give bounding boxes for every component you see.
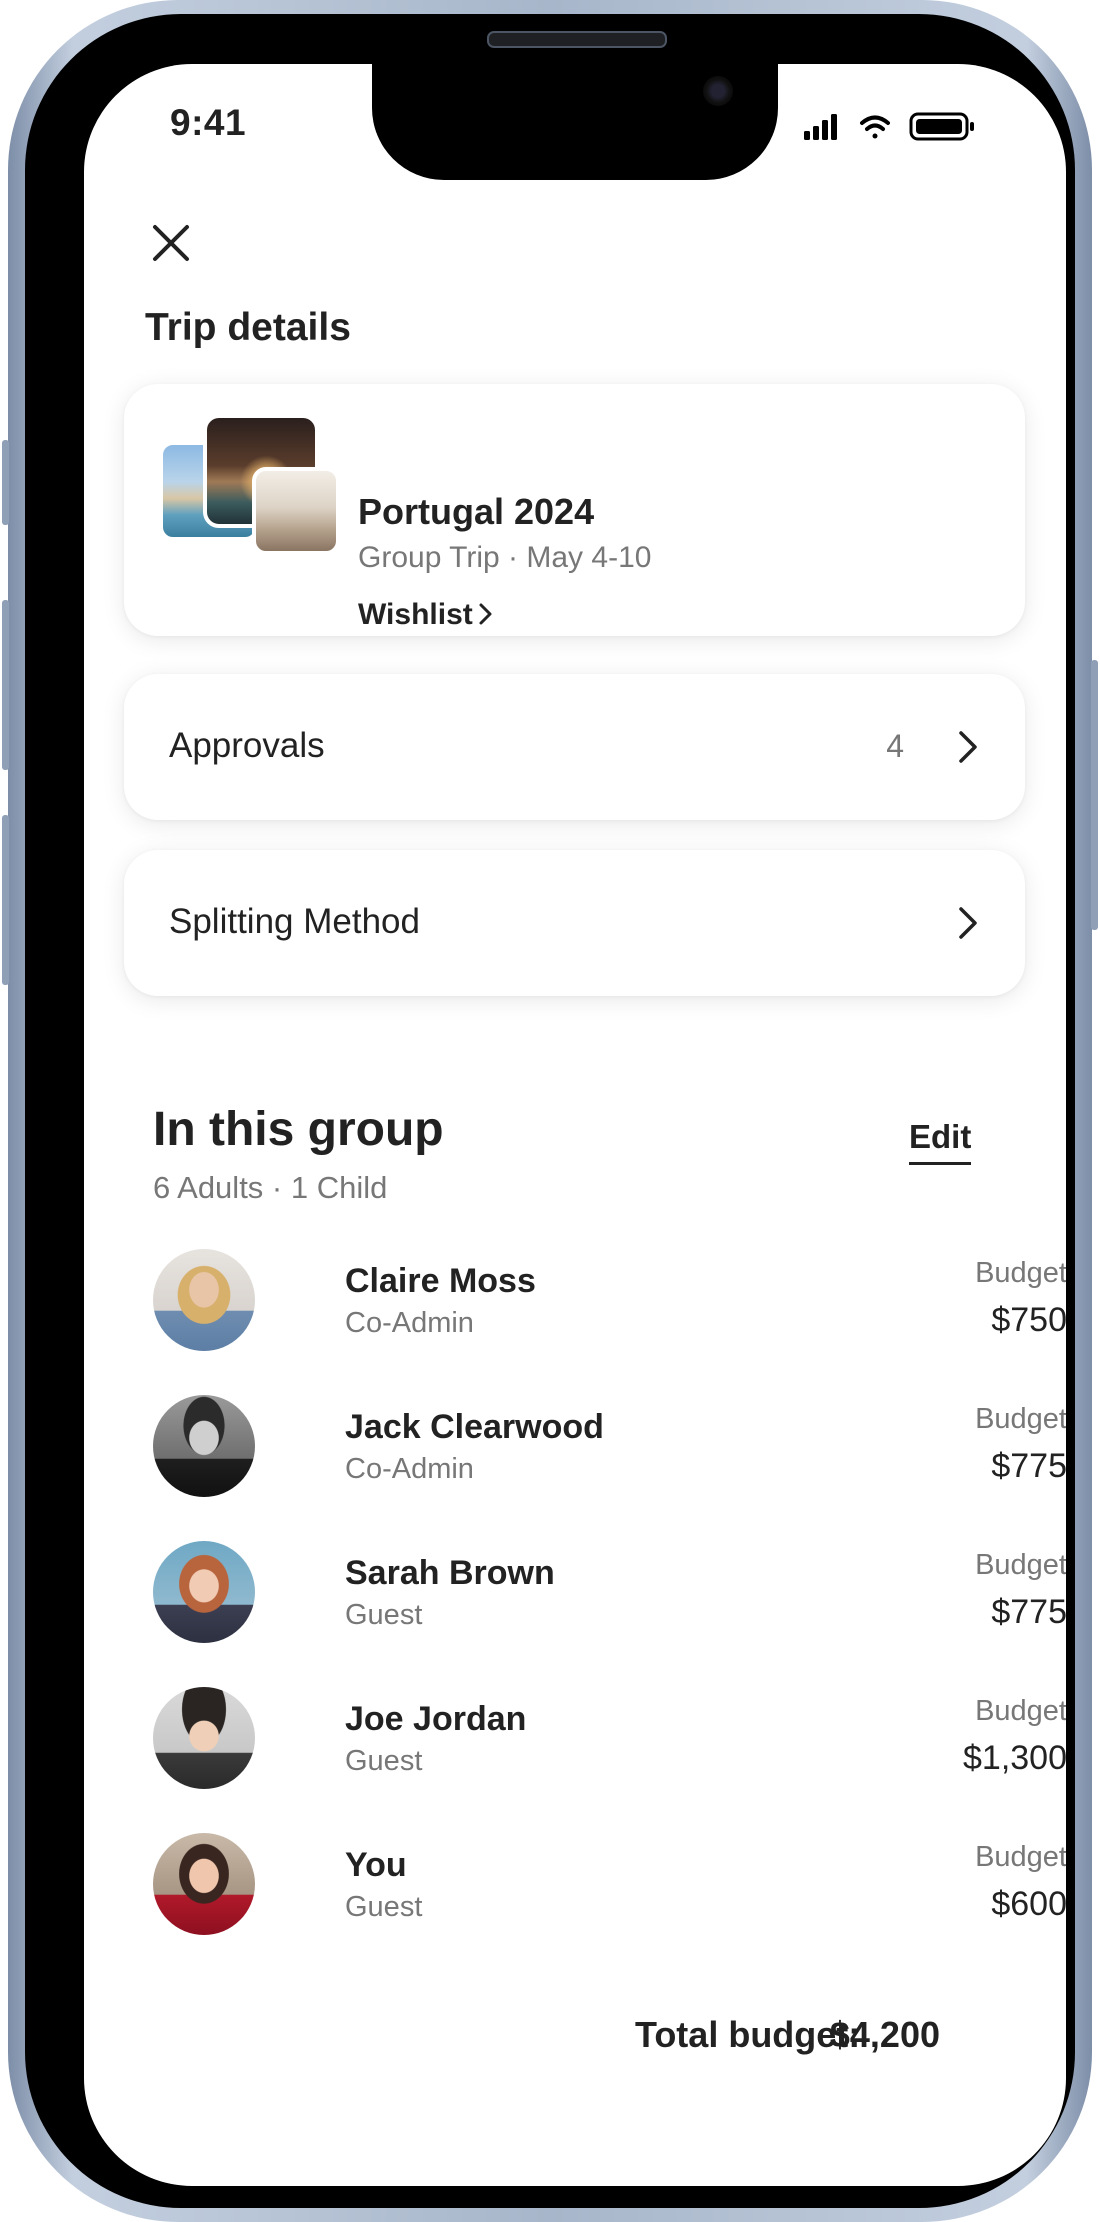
- front-camera: [703, 76, 733, 106]
- splitting-method-row[interactable]: Splitting Method: [124, 850, 1025, 996]
- member-name: Joe Jordan: [345, 1700, 527, 1738]
- trip-subtitle: Group Trip · May 4-10: [358, 541, 652, 574]
- chevron-right-icon: [959, 907, 977, 939]
- total-budget-value: $4,200: [829, 2014, 940, 2055]
- approvals-row[interactable]: Approvals 4: [124, 674, 1025, 820]
- budget-label: Budget: [975, 1403, 1066, 1435]
- group-composition: 6 Adults · 1 Child: [153, 1170, 388, 1205]
- approvals-label: Approvals: [169, 726, 325, 765]
- chevron-right-icon: [959, 731, 977, 763]
- budget-label: Budget: [975, 1549, 1066, 1581]
- splitting-method-label: Splitting Method: [169, 902, 420, 941]
- group-section-title: In this group: [153, 1103, 444, 1156]
- avatar: [153, 1541, 255, 1643]
- member-budget: $1,300: [963, 1739, 1066, 1777]
- member-role: Guest: [345, 1891, 423, 1923]
- member-budget: $750: [991, 1301, 1066, 1339]
- dynamic-island-notch: [372, 64, 778, 180]
- battery-icon: [909, 112, 974, 141]
- member-budget: $775: [991, 1447, 1066, 1485]
- approvals-count: 4: [886, 728, 904, 764]
- member-budget: $600: [991, 1885, 1066, 1923]
- earpiece-speaker: [487, 31, 667, 48]
- power-button: [1091, 660, 1098, 930]
- page-title: Trip details: [145, 306, 351, 349]
- status-icons: [804, 112, 974, 141]
- phone-bezel: 9:41 Trip details Portugal 2024 Group Tr…: [25, 14, 1075, 2208]
- volume-up-button: [2, 600, 9, 770]
- total-budget-label: Total budget:: [635, 2014, 861, 2055]
- phone-frame: 9:41 Trip details Portugal 2024 Group Tr…: [2, 0, 1098, 2222]
- mute-switch: [2, 440, 9, 525]
- status-time: 9:41: [170, 102, 247, 143]
- member-role: Guest: [345, 1599, 423, 1631]
- member-row[interactable]: Jack Clearwood Co-Admin Budget $775: [153, 1395, 1066, 1497]
- volume-down-button: [2, 815, 9, 985]
- trip-name: Portugal 2024: [358, 491, 595, 532]
- member-row[interactable]: Joe Jordan Guest Budget $1,300: [153, 1687, 1066, 1789]
- trip-photo-interior: [252, 467, 340, 555]
- avatar: [153, 1249, 255, 1351]
- budget-label: Budget: [975, 1695, 1066, 1727]
- chevron-right-icon: [479, 603, 492, 625]
- member-row[interactable]: Claire Moss Co-Admin Budget $750: [153, 1249, 1066, 1351]
- member-role: Co-Admin: [345, 1307, 474, 1339]
- cellular-signal-icon: [804, 114, 837, 140]
- member-name: Jack Clearwood: [345, 1408, 604, 1446]
- budget-label: Budget: [975, 1841, 1066, 1873]
- member-budget: $775: [991, 1593, 1066, 1631]
- wishlist-label: Wishlist: [358, 598, 473, 631]
- member-name: Claire Moss: [345, 1262, 536, 1300]
- edit-group-button[interactable]: Edit: [909, 1118, 972, 1165]
- member-role: Guest: [345, 1745, 423, 1777]
- avatar: [153, 1395, 255, 1497]
- member-role: Co-Admin: [345, 1453, 474, 1485]
- app-screen: 9:41 Trip details Portugal 2024 Group Tr…: [84, 64, 1066, 2186]
- member-name: Sarah Brown: [345, 1554, 555, 1592]
- wishlist-link[interactable]: Wishlist: [358, 598, 495, 632]
- avatar: [153, 1833, 255, 1935]
- close-button[interactable]: [148, 220, 194, 266]
- member-row[interactable]: You Guest Budget $600: [153, 1833, 1066, 1935]
- member-name: You: [345, 1846, 407, 1884]
- wifi-icon: [860, 115, 890, 139]
- member-row[interactable]: Sarah Brown Guest Budget $775: [153, 1541, 1066, 1643]
- close-icon: [153, 225, 189, 261]
- avatar: [153, 1687, 255, 1789]
- budget-label: Budget: [975, 1257, 1066, 1289]
